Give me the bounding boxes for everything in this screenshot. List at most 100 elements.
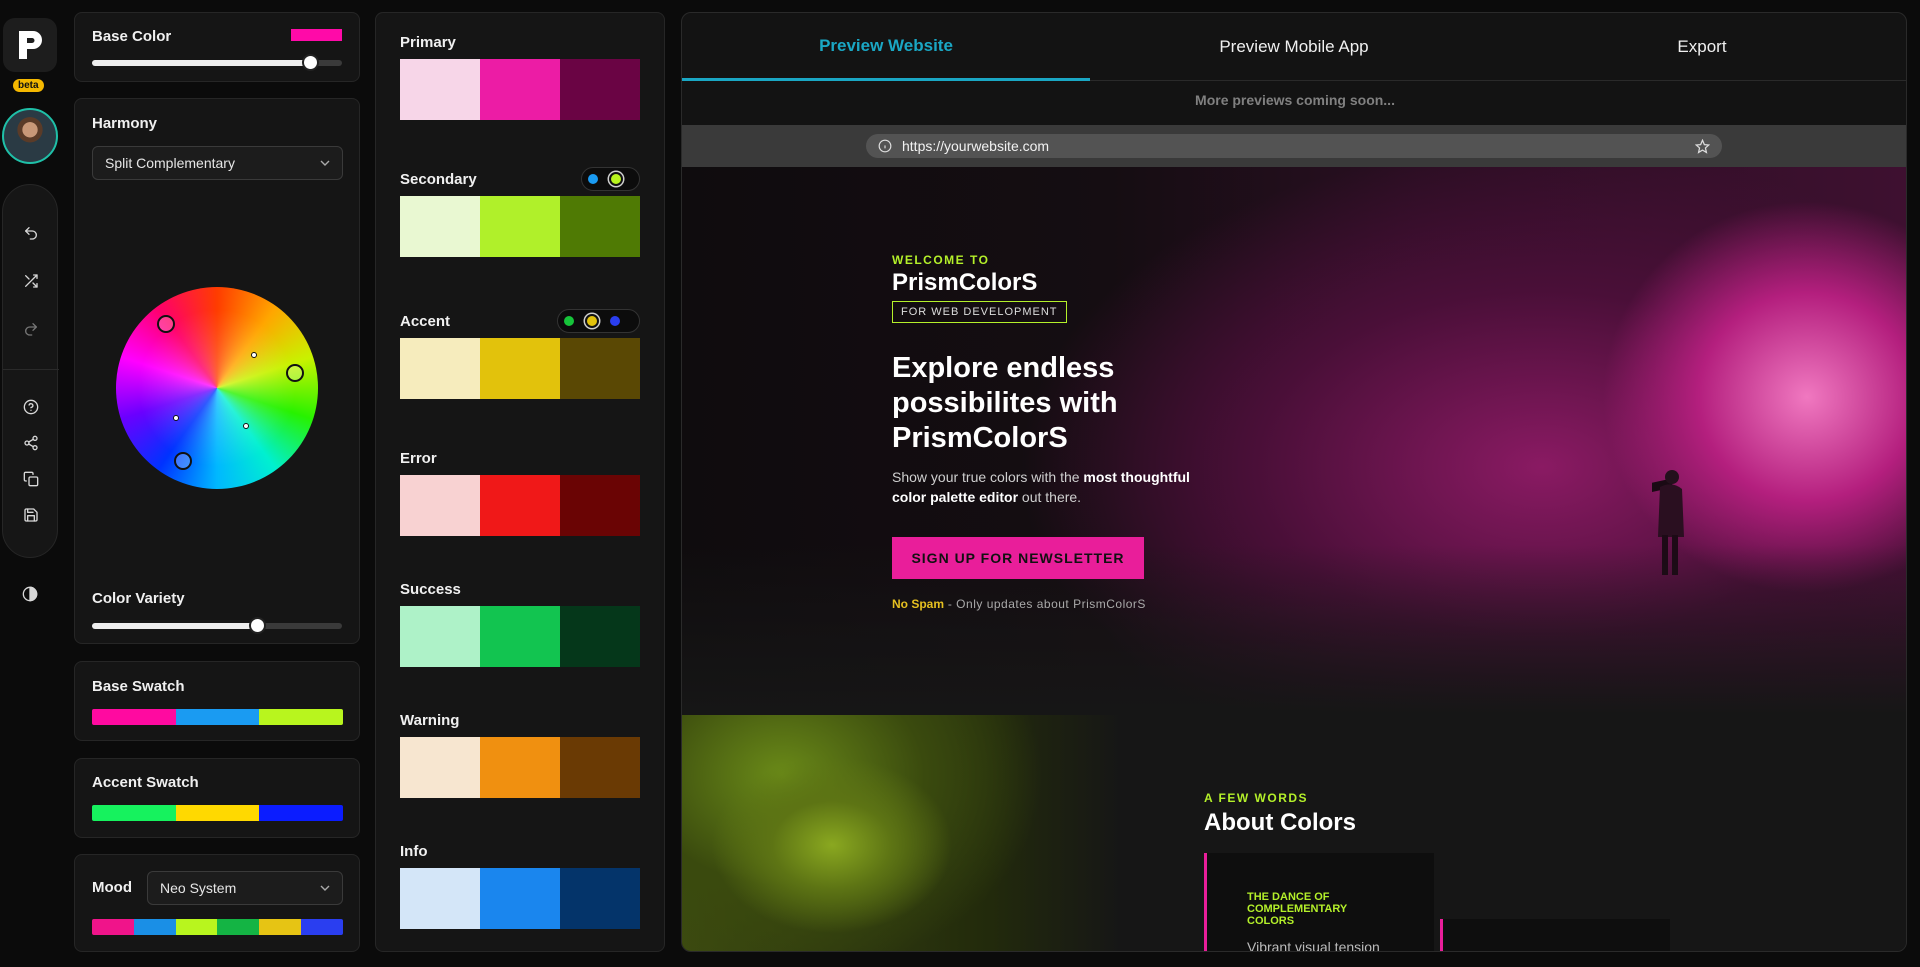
palette-shade[interactable]: [400, 196, 480, 257]
base-swatch-color[interactable]: [92, 709, 176, 725]
avatar[interactable]: [2, 108, 58, 164]
palette-shade[interactable]: [560, 606, 640, 667]
hero-headline: Explore endless possibilites with PrismC…: [892, 352, 1118, 454]
base-color-swatch[interactable]: [291, 29, 342, 41]
contrast-icon[interactable]: [18, 582, 42, 606]
color-variety-slider[interactable]: [92, 617, 342, 634]
mood-swatch-color[interactable]: [92, 919, 134, 935]
base-color-slider-thumb[interactable]: [301, 54, 319, 71]
no-spam-note: No Spam - Only updates about PrismColorS: [892, 597, 1146, 611]
palette-shade[interactable]: [480, 59, 560, 120]
star-icon[interactable]: [1695, 138, 1710, 154]
base-swatch-color[interactable]: [175, 709, 260, 725]
mood-card: Mood Neo System: [74, 854, 360, 952]
palette-shade[interactable]: [400, 868, 480, 929]
color-wheel[interactable]: [116, 287, 318, 489]
undo-icon[interactable]: [19, 221, 43, 245]
tool-group: [2, 184, 59, 558]
mood-swatch-bar[interactable]: [92, 919, 343, 935]
palette-shade[interactable]: [560, 737, 640, 798]
palette-source-toggle[interactable]: [581, 167, 640, 191]
hero-subtitle-pre: Show your true colors with the: [892, 469, 1084, 485]
tab-preview-mobile-app[interactable]: Preview Mobile App: [1090, 13, 1498, 81]
mood-select[interactable]: Neo System: [147, 871, 343, 905]
app-logo[interactable]: [3, 18, 57, 72]
about-section: A FEW WORDS About Colors THE DANCE OF CO…: [682, 715, 1906, 952]
palette-shade[interactable]: [480, 868, 560, 929]
palette-shade[interactable]: [400, 606, 480, 667]
palette-shade[interactable]: [480, 606, 560, 667]
palette-label-info: Info: [400, 843, 428, 860]
about-card-desc: Vibrant visual tension: [1247, 939, 1380, 952]
toggle-dot[interactable]: [587, 316, 597, 326]
chevron-down-icon: [320, 160, 330, 166]
palette-row-success: [400, 606, 640, 667]
wheel-handle-minor[interactable]: [243, 423, 249, 429]
palette-shade[interactable]: [560, 196, 640, 257]
palette-label-error: Error: [400, 450, 437, 467]
wheel-handle-accent[interactable]: [174, 452, 192, 470]
palette-shade[interactable]: [400, 737, 480, 798]
palette-shade[interactable]: [560, 868, 640, 929]
redo-icon[interactable]: [19, 317, 43, 341]
hero-subtitle: Show your true colors with the most thou…: [892, 467, 1212, 507]
harmony-title: Harmony: [92, 115, 158, 132]
mood-swatch-color[interactable]: [301, 919, 343, 935]
shuffle-icon[interactable]: [19, 269, 43, 293]
accent-swatch-card: Accent Swatch: [74, 758, 360, 838]
palette-shade[interactable]: [560, 475, 640, 536]
palette-shade[interactable]: [400, 338, 480, 399]
palette-shade[interactable]: [480, 196, 560, 257]
help-icon[interactable]: [19, 395, 43, 419]
save-icon[interactable]: [19, 503, 43, 527]
tab-preview-website[interactable]: Preview Website: [682, 13, 1090, 81]
base-swatch-color[interactable]: [259, 709, 343, 725]
url-text: https://yourwebsite.com: [902, 138, 1050, 154]
toggle-dot[interactable]: [610, 316, 620, 326]
chevron-down-icon: [320, 885, 330, 891]
toggle-dot[interactable]: [588, 174, 598, 184]
hero-subtitle-post: out there.: [1018, 489, 1082, 505]
palette-shade[interactable]: [480, 475, 560, 536]
palette-row-warning: [400, 737, 640, 798]
wheel-handle-minor[interactable]: [251, 352, 257, 358]
wheel-handle-secondary[interactable]: [286, 364, 304, 382]
toggle-dot[interactable]: [564, 316, 574, 326]
palette-row-secondary: [400, 196, 640, 257]
mood-swatch-color[interactable]: [259, 919, 302, 935]
accent-swatch-bar[interactable]: [92, 805, 343, 821]
newsletter-button[interactable]: SIGN UP FOR NEWSLETTER: [892, 537, 1144, 579]
color-variety-slider-thumb[interactable]: [249, 617, 266, 634]
palette-source-toggle[interactable]: [557, 309, 640, 333]
hero-section: WELCOME TO PrismColorS FOR WEB DEVELOPME…: [682, 167, 1906, 715]
palette-shade[interactable]: [560, 59, 640, 120]
share-icon[interactable]: [19, 431, 43, 455]
palette-shade[interactable]: [480, 737, 560, 798]
about-kicker: A FEW WORDS: [1204, 791, 1309, 805]
palette-shade[interactable]: [400, 59, 480, 120]
base-color-card: Base Color: [74, 12, 360, 82]
accent-swatch-color[interactable]: [92, 805, 176, 821]
mood-swatch-color[interactable]: [217, 919, 260, 935]
about-card: THE DANCE OF COMPLEMENTARY COLORS Vibran…: [1204, 853, 1434, 952]
palette-label-accent: Accent: [400, 313, 451, 330]
mood-swatch-color[interactable]: [133, 919, 176, 935]
wheel-handle-primary[interactable]: [157, 315, 175, 333]
toggle-dot[interactable]: [611, 174, 621, 184]
harmony-select[interactable]: Split Complementary: [92, 146, 343, 180]
base-swatch-bar[interactable]: [92, 709, 343, 725]
accent-swatch-color[interactable]: [175, 805, 260, 821]
url-bar[interactable]: https://yourwebsite.com: [866, 134, 1722, 158]
about-card-title: THE DANCE OF COMPLEMENTARY COLORS: [1247, 891, 1348, 927]
preview-tabs: Preview Website Preview Mobile App Expor…: [682, 13, 1906, 81]
palette-shade[interactable]: [560, 338, 640, 399]
wheel-handle-minor[interactable]: [173, 415, 179, 421]
copy-icon[interactable]: [19, 467, 43, 491]
tab-export[interactable]: Export: [1498, 13, 1906, 81]
mood-swatch-color[interactable]: [175, 919, 218, 935]
base-color-slider[interactable]: [92, 54, 342, 71]
accent-swatch-color[interactable]: [259, 805, 343, 821]
palette-shade[interactable]: [400, 475, 480, 536]
no-spam-detail: - Only updates about PrismColorS: [944, 597, 1146, 611]
palette-shade[interactable]: [480, 338, 560, 399]
